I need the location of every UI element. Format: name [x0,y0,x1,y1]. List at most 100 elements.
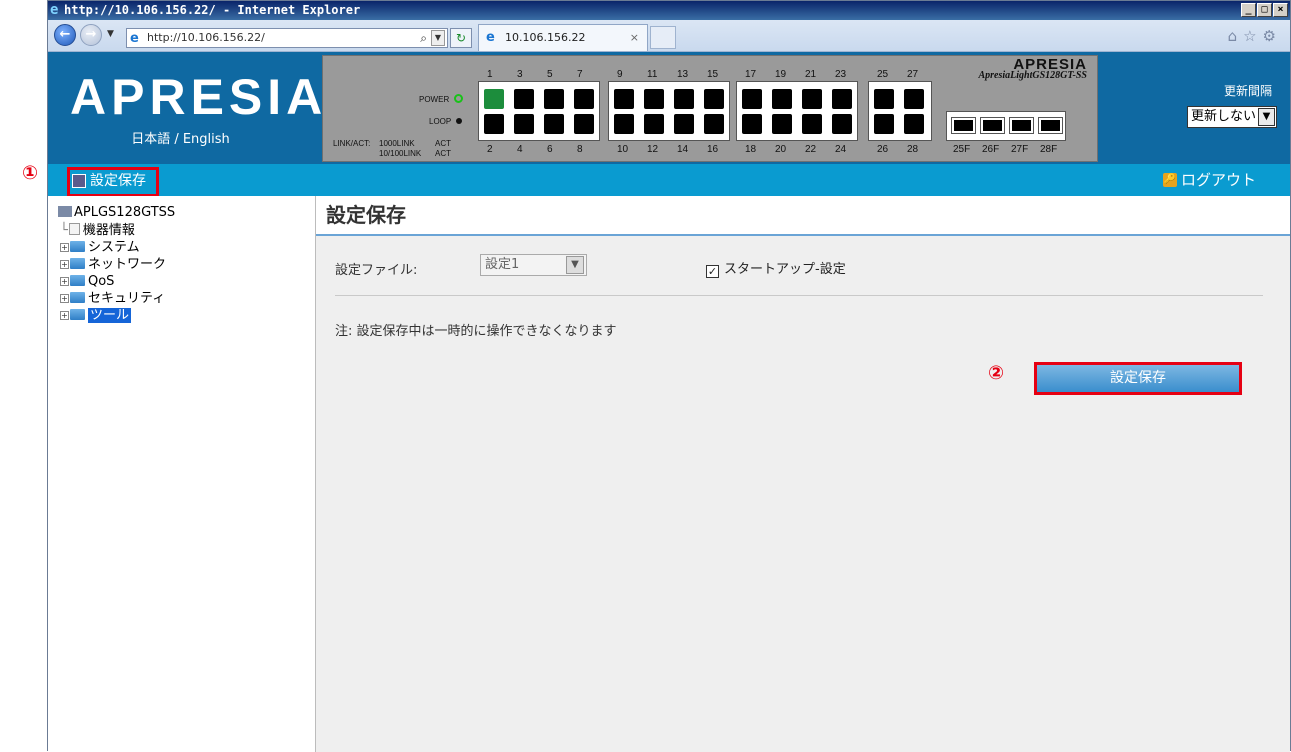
language-switch[interactable]: 日本語 / English [48,128,313,147]
loop-led-icon [456,118,462,124]
port-icon[interactable] [874,114,894,134]
save-config-button[interactable]: 設定保存 [1034,362,1242,395]
back-button[interactable]: ← [54,24,76,46]
window-controls: _ □ × [1241,3,1288,17]
legend-10-100link: 10/100LINK [379,149,422,158]
tree-root[interactable]: APLGS128GTSS [58,205,175,220]
maximize-button[interactable]: □ [1257,3,1272,17]
port-icon[interactable] [772,114,792,134]
port-icon[interactable] [802,114,822,134]
search-icon[interactable]: ⌕ [420,29,427,47]
port-icon[interactable] [674,89,694,109]
port-icon[interactable] [904,89,924,109]
expand-icon[interactable]: + [60,260,69,269]
tree-item-label: システム [88,240,140,255]
port-icon[interactable] [832,114,852,134]
annotation-marker-1: ① [22,162,39,184]
update-interval-select[interactable]: 更新しない ▼ [1187,106,1277,128]
sfp-port-icon[interactable] [980,117,1005,134]
browser-tab[interactable]: e 10.106.156.22 × [478,24,648,51]
port-icon[interactable] [614,89,634,109]
port-number-bottom: 24 [835,144,847,155]
port-icon[interactable] [614,114,634,134]
sfp-port-label: 26F [982,144,1000,155]
tree-item-label: セキュリティ [88,291,166,306]
legend-link-act: LINK/ACT: [333,139,371,148]
tree-item-qos[interactable]: + QoS [60,274,114,289]
history-dropdown-icon[interactable]: ▼ [107,29,114,39]
port-number-top: 1 [487,69,493,80]
logout-button[interactable]: 🔑 ログアウト [1162,170,1256,190]
refresh-icon[interactable]: ↻ [450,28,472,48]
tree-item-security[interactable]: + セキュリティ [60,291,165,306]
startup-config-option[interactable]: ✓ スタートアップ-設定 [706,258,846,278]
close-button[interactable]: × [1273,3,1288,17]
tree-item-system[interactable]: + システム [60,240,140,255]
port-icon[interactable] [674,114,694,134]
new-tab-button[interactable] [650,26,676,49]
port-icon[interactable] [644,89,664,109]
port-icon[interactable] [574,89,594,109]
port-icon[interactable] [904,114,924,134]
expand-icon[interactable]: + [60,243,69,252]
sfp-port-label: 27F [1011,144,1029,155]
port-icon[interactable] [484,114,504,134]
tab-label: 10.106.156.22 [505,31,586,44]
update-interval-value: 更新しない [1191,109,1257,124]
favorites-star-icon[interactable]: ☆ [1243,27,1262,45]
sfp-port-icon[interactable] [1038,117,1063,134]
tree-item-label: ネットワーク [88,257,167,272]
tree-item-tools[interactable]: + ツール [60,308,132,323]
port-icon[interactable] [742,114,762,134]
port-number-top: 3 [517,69,523,80]
expand-icon[interactable]: + [60,311,69,320]
logout-label: ログアウト [1180,171,1256,189]
sfp-port-icon[interactable] [951,117,976,134]
port-icon[interactable] [802,89,822,109]
expand-icon[interactable]: + [60,294,69,303]
port-icon[interactable] [832,89,852,109]
port-icon[interactable] [644,114,664,134]
config-file-label: 設定ファイル: [335,263,418,278]
port-number-top: 17 [745,69,757,80]
port-icon[interactable] [514,89,534,109]
port-icon[interactable] [514,114,534,134]
gear-icon[interactable]: ⚙ [1263,27,1282,45]
content-area: 設定保存 設定ファイル: 設定1 ▼ ✓ スタートアップ-設定 注: 設定保存中は… [315,196,1290,752]
navigation-tree: APLGS128GTSS └ 機器情報 + システム + ネットワーク + QoS + セ… [48,196,315,752]
address-bar[interactable]: e http://10.106.156.22/ ⌕ ▼ [126,28,448,48]
port-icon[interactable] [704,114,724,134]
port-icon[interactable] [772,89,792,109]
startup-config-checkbox[interactable]: ✓ [706,265,719,278]
config-file-select[interactable]: 設定1 ▼ [480,254,587,276]
port-icon[interactable] [742,89,762,109]
port-icon[interactable] [544,114,564,134]
home-icon[interactable]: ⌂ [1228,27,1244,45]
minimize-button[interactable]: _ [1241,3,1256,17]
port-icon[interactable] [704,89,724,109]
port-icon[interactable] [544,89,564,109]
app-header: APRESIA 日本語 / English 1 2 3 4 5 6 7 8 9 10 11 12 13 1… [48,52,1290,164]
port-number-bottom: 8 [577,144,583,155]
tree-item-label-selected: ツール [88,308,132,323]
sfp-port-icon[interactable] [1009,117,1034,134]
port-icon[interactable] [874,89,894,109]
port-group [478,81,600,141]
loop-label: LOOP [429,117,452,126]
chevron-down-icon[interactable]: ▼ [566,256,584,274]
note-text: 注: 設定保存中は一時的に操作できなくなります [335,324,617,339]
tree-item-device-info[interactable]: └ 機器情報 [60,223,135,238]
port-icon[interactable] [484,89,504,109]
port-number-bottom: 26 [877,144,889,155]
tree-item-network[interactable]: + ネットワーク [60,257,166,272]
address-text: http://10.106.156.22/ [147,31,265,44]
expand-icon[interactable]: + [60,277,69,286]
tab-close-icon[interactable]: × [630,25,639,51]
ie-page-icon: e [130,31,139,46]
chevron-down-icon[interactable]: ▼ [1258,108,1275,126]
port-icon[interactable] [574,114,594,134]
address-dropdown-icon[interactable]: ▼ [431,30,445,46]
forward-button[interactable]: → [80,24,102,46]
update-interval-label: 更新間隔 [1223,84,1272,98]
port-number-top: 11 [647,69,658,80]
